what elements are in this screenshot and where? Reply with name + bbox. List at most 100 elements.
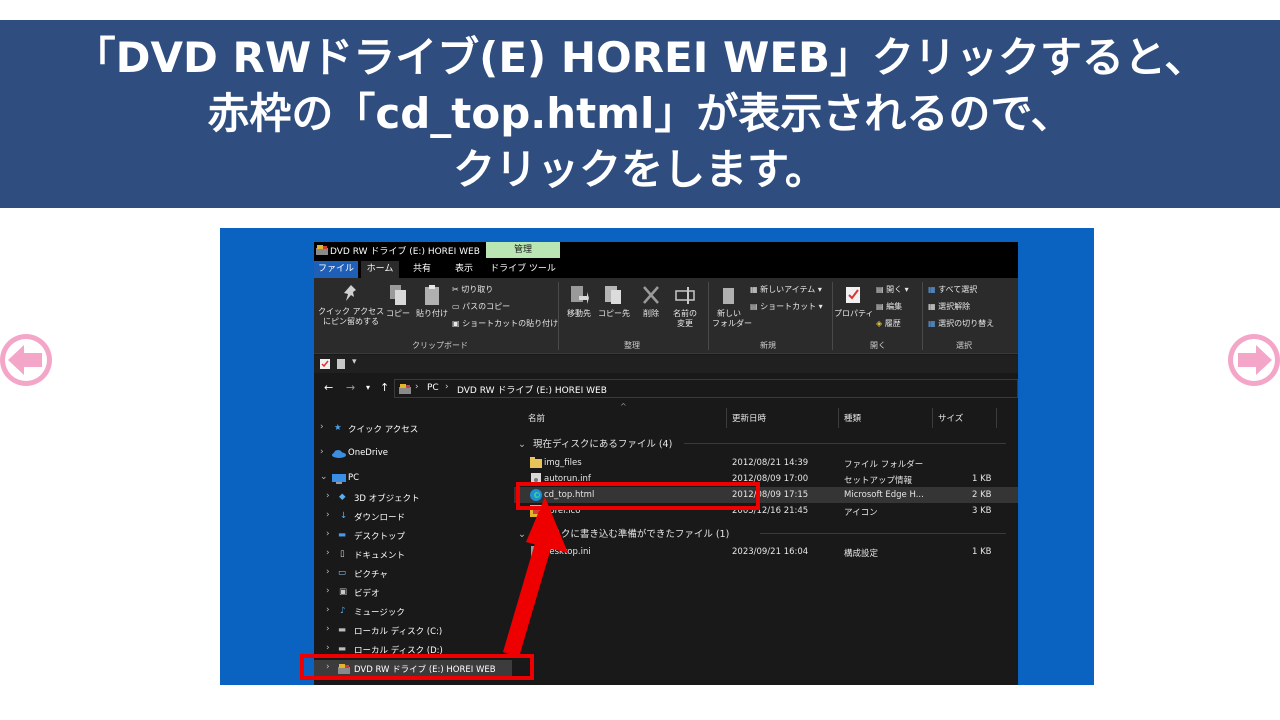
banner-line-1: 「DVD RWドライブ(E) HOREI WEB」クリックすると、 bbox=[73, 33, 1207, 82]
column-header-type[interactable]: 種類 bbox=[844, 412, 861, 424]
breadcrumb-drive[interactable]: DVD RW ドライブ (E:) HOREI WEB bbox=[457, 383, 607, 396]
chevron-right-icon[interactable]: › bbox=[326, 624, 330, 634]
dropdown-icon: ▾ bbox=[904, 285, 909, 294]
new-folder-qat-icon[interactable] bbox=[336, 359, 346, 369]
breadcrumb-pc[interactable]: PC bbox=[427, 383, 439, 393]
select-all-icon: ▦ bbox=[928, 285, 936, 294]
column-separator[interactable] bbox=[838, 408, 839, 428]
tab-share[interactable]: 共有 bbox=[406, 261, 438, 278]
nav-item-pc[interactable]: ⌄ PC bbox=[314, 470, 512, 488]
chevron-right-icon[interactable]: › bbox=[326, 605, 330, 615]
file-list: ^ 名前 更新日時 種類 サイズ ⌄ 現在ディスクにあるファイル (4) img… bbox=[514, 402, 1018, 685]
column-separator[interactable] bbox=[726, 408, 727, 428]
nav-item-desktop[interactable]: › ▬ デスクトップ bbox=[314, 527, 512, 545]
chevron-right-icon[interactable]: › bbox=[326, 567, 330, 577]
select-none-button[interactable]: ▦ 選択解除 bbox=[928, 301, 970, 312]
shortcut-label: ショートカット bbox=[760, 302, 817, 311]
nav-item-local-disk-c[interactable]: › ▬ ローカル ディスク (C:) bbox=[314, 622, 512, 640]
delete-icon bbox=[643, 286, 659, 304]
chevron-down-icon[interactable]: ⌄ bbox=[320, 472, 328, 482]
new-item-button[interactable]: ▦ 新しいアイテム ▾ bbox=[750, 284, 822, 295]
select-none-icon: ▦ bbox=[928, 302, 936, 311]
chevron-right-icon[interactable]: › bbox=[320, 447, 324, 457]
properties-qat-icon[interactable] bbox=[320, 359, 330, 369]
new-item-label: 新しいアイテム bbox=[760, 285, 816, 294]
delete-button[interactable]: 削除 bbox=[638, 284, 664, 319]
nav-item-3d-objects[interactable]: › ◆ 3D オブジェクト bbox=[314, 489, 512, 507]
nav-label: ローカル ディスク (C:) bbox=[354, 627, 443, 637]
forward-icon[interactable]: → bbox=[346, 381, 355, 394]
previous-slide-arrow-icon[interactable] bbox=[0, 334, 52, 386]
customize-qat-icon[interactable]: ▾ bbox=[352, 357, 357, 367]
move-to-button[interactable]: 移動先 bbox=[564, 284, 594, 319]
recent-locations-icon[interactable]: ▾ bbox=[366, 383, 370, 392]
copy-button[interactable]: コピー bbox=[384, 284, 412, 319]
tab-home[interactable]: ホーム bbox=[361, 261, 399, 278]
column-header-size[interactable]: サイズ bbox=[938, 412, 963, 424]
column-header-date[interactable]: 更新日時 bbox=[732, 412, 766, 424]
instruction-banner: 「DVD RWドライブ(E) HOREI WEB」クリックすると、 赤枠の「cd… bbox=[0, 20, 1280, 208]
address-bar[interactable]: › PC › DVD RW ドライブ (E:) HOREI WEB bbox=[394, 379, 1018, 398]
file-date: 2023/09/21 16:04 bbox=[732, 547, 809, 557]
chevron-right-icon[interactable]: › bbox=[326, 548, 330, 558]
copy-to-button[interactable]: コピー先 bbox=[598, 284, 630, 319]
nav-item-onedrive[interactable]: › OneDrive bbox=[314, 445, 512, 463]
copy-to-label: コピー先 bbox=[598, 309, 630, 318]
back-icon[interactable]: ← bbox=[324, 381, 333, 394]
nav-item-downloads[interactable]: › ↓ ダウンロード bbox=[314, 508, 512, 526]
chevron-right-icon[interactable]: › bbox=[326, 643, 330, 653]
context-tab-manage[interactable]: 管理 bbox=[486, 242, 560, 258]
shortcut-button[interactable]: ▤ ショートカット ▾ bbox=[750, 301, 823, 312]
pin-quick-access-button[interactable]: クイック アクセス にピン留めする bbox=[318, 284, 384, 327]
new-group-label: 新規 bbox=[760, 341, 776, 350]
nav-item-quick-access[interactable]: › ★ クイック アクセス bbox=[314, 420, 512, 438]
chevron-right-icon[interactable]: › bbox=[326, 529, 330, 539]
file-name: img_files bbox=[544, 458, 582, 468]
nav-label: ピクチャ bbox=[354, 570, 388, 580]
select-all-button[interactable]: ▦ すべて選択 bbox=[928, 284, 977, 295]
copy-to-icon bbox=[605, 286, 621, 304]
tab-drive-tools[interactable]: ドライブ ツール bbox=[486, 261, 560, 278]
organize-group-label: 整理 bbox=[624, 341, 640, 350]
tab-file[interactable]: ファイル bbox=[314, 261, 358, 278]
chevron-right-icon[interactable]: › bbox=[326, 586, 330, 596]
edit-button[interactable]: ▤ 編集 bbox=[876, 301, 902, 312]
invert-selection-button[interactable]: ▦ 選択の切り替え bbox=[928, 318, 994, 329]
chevron-right-icon[interactable]: › bbox=[326, 510, 330, 520]
group-header-pending[interactable]: ⌄ ディスクに書き込む準備ができたファイル (1) bbox=[518, 526, 729, 540]
chevron-right-icon[interactable]: › bbox=[320, 422, 324, 432]
title-bar: DVD RW ドライブ (E:) HOREI WEB 管理 bbox=[314, 242, 1018, 258]
chevron-right-icon[interactable]: › bbox=[326, 491, 330, 501]
new-folder-button[interactable]: 新しい フォルダー bbox=[712, 284, 752, 329]
quick-access-toolbar: ▾ bbox=[314, 355, 1018, 373]
cut-button[interactable]: ✂ 切り取り bbox=[452, 284, 493, 295]
column-separator[interactable] bbox=[932, 408, 933, 428]
copy-path-button[interactable]: ▭ パスのコピー bbox=[452, 301, 510, 312]
nav-item-documents[interactable]: › ▯ ドキュメント bbox=[314, 546, 512, 564]
file-row-desktop-ini[interactable]: desktop.ini 2023/09/21 16:04 構成設定 1 KB bbox=[514, 544, 1018, 560]
address-row: ← → ▾ ↑ › PC › DVD RW ドライブ (E:) HOREI WE… bbox=[314, 376, 1018, 400]
tab-view[interactable]: 表示 bbox=[447, 261, 481, 278]
column-separator[interactable] bbox=[996, 408, 997, 428]
column-header-name[interactable]: 名前 bbox=[528, 412, 545, 424]
rename-button[interactable]: 名前の 変更 bbox=[668, 284, 702, 329]
move-to-icon bbox=[571, 286, 589, 304]
paste-shortcut-button[interactable]: ▣ ショートカットの貼り付け bbox=[452, 318, 558, 329]
group-header-current[interactable]: ⌄ 現在ディスクにあるファイル (4) bbox=[518, 436, 672, 450]
up-icon[interactable]: ↑ bbox=[380, 381, 389, 394]
paste-button[interactable]: 貼り付け bbox=[414, 284, 450, 319]
history-button[interactable]: ◈ 履歴 bbox=[876, 318, 901, 329]
star-icon: ★ bbox=[334, 423, 342, 433]
file-row-img-files[interactable]: img_files 2012/08/21 14:39 ファイル フォルダー bbox=[514, 455, 1018, 471]
properties-button[interactable]: プロパティ bbox=[834, 284, 874, 319]
next-slide-arrow-icon[interactable] bbox=[1228, 334, 1280, 386]
open-button[interactable]: ▤ 開く ▾ bbox=[876, 284, 909, 295]
invert-selection-icon: ▦ bbox=[928, 319, 936, 328]
nav-item-pictures[interactable]: › ▭ ピクチャ bbox=[314, 565, 512, 583]
cut-label: 切り取り bbox=[461, 285, 494, 294]
nav-item-videos[interactable]: › ▣ ビデオ bbox=[314, 584, 512, 602]
open-icon: ▤ bbox=[876, 285, 884, 294]
new-folder-label-1: 新しい bbox=[717, 309, 741, 318]
nav-item-music[interactable]: › ♪ ミュージック bbox=[314, 603, 512, 621]
rename-label-2: 変更 bbox=[677, 319, 693, 328]
